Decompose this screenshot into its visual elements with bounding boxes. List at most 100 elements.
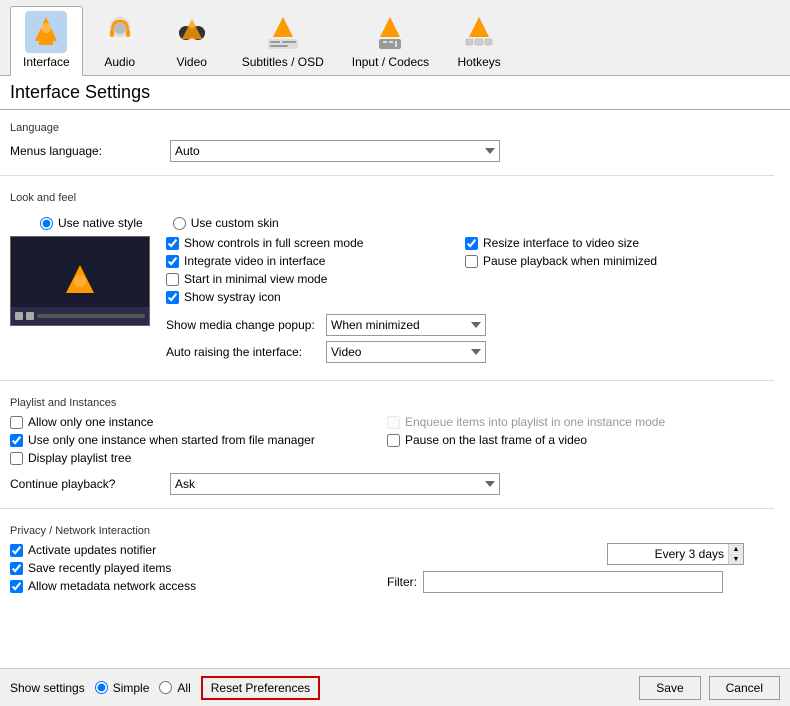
one-instance-check[interactable]: Allow only one instance (10, 415, 367, 429)
minimal-view-input[interactable] (166, 273, 179, 286)
file-manager-check[interactable]: Use only one instance when started from … (10, 433, 367, 447)
fullscreen-controls-input[interactable] (166, 237, 179, 250)
updates-spinbox-input[interactable] (608, 547, 728, 561)
preview-stop-btn (26, 312, 34, 320)
media-change-row: Show media change popup: Never When mini… (166, 314, 744, 336)
look-feel-title: Look and feel (10, 192, 744, 204)
updates-input[interactable] (10, 544, 23, 557)
systray-label: Show systray icon (184, 290, 281, 304)
one-instance-input[interactable] (10, 416, 23, 429)
integrate-video-check[interactable]: Integrate video in interface (166, 254, 445, 268)
filter-label: Filter: (387, 575, 417, 589)
pause-minimized-check[interactable]: Pause playback when minimized (465, 254, 744, 268)
privacy-controls-right: ▲ ▼ Filter: (387, 543, 744, 593)
look-feel-main-row: Show controls in full screen mode Integr… (10, 236, 744, 368)
pause-last-frame-input[interactable] (387, 434, 400, 447)
all-radio[interactable]: All (159, 681, 190, 695)
enqueue-check[interactable]: Enqueue items into playlist in one insta… (387, 415, 744, 429)
toolbar-label-video: Video (176, 55, 206, 69)
metadata-check[interactable]: Allow metadata network access (10, 579, 367, 593)
divider-2 (0, 380, 774, 381)
playlist-checks-left: Allow only one instance Use only one ins… (10, 415, 367, 469)
playlist-tree-label: Display playlist tree (28, 451, 131, 465)
recently-played-check[interactable]: Save recently played items (10, 561, 367, 575)
spinbox-up-btn[interactable]: ▲ (729, 544, 743, 554)
custom-skin-label: Use custom skin (191, 216, 279, 230)
menus-language-select[interactable]: Auto English French German Spanish (170, 140, 500, 162)
updates-spinbox[interactable]: ▲ ▼ (607, 543, 744, 565)
native-style-label: Use native style (58, 216, 143, 230)
systray-check[interactable]: Show systray icon (166, 290, 445, 304)
continue-playback-row: Continue playback? Ask Always Never (10, 473, 744, 495)
checkboxes-left: Show controls in full screen mode Integr… (166, 236, 445, 308)
media-change-select[interactable]: Never When minimized Always (326, 314, 486, 336)
resize-interface-check[interactable]: Resize interface to video size (465, 236, 744, 250)
toolbar-item-subtitles[interactable]: Subtitles / OSD (229, 6, 337, 75)
all-radio-label: All (177, 681, 190, 695)
fullscreen-controls-check[interactable]: Show controls in full screen mode (166, 236, 445, 250)
continue-playback-label: Continue playback? (10, 477, 170, 491)
toolbar-item-input[interactable]: Input / Codecs (339, 6, 442, 75)
language-section: Language Menus language: Auto English Fr… (0, 110, 774, 171)
video-icon (171, 11, 213, 53)
filter-row: Filter: (387, 571, 744, 593)
vlc-preview-icon (60, 261, 100, 301)
toolbar-item-video[interactable]: Video (157, 6, 227, 75)
divider-1 (0, 175, 774, 176)
input-icon (369, 11, 411, 53)
privacy-two-col: Activate updates notifier Save recently … (10, 543, 744, 597)
interface-preview (10, 236, 150, 326)
show-settings-label: Show settings (10, 681, 85, 695)
updates-check[interactable]: Activate updates notifier (10, 543, 367, 557)
toolbar-item-interface[interactable]: Interface (10, 6, 83, 76)
continue-playback-select[interactable]: Ask Always Never (170, 473, 500, 495)
enqueue-input[interactable] (387, 416, 400, 429)
pause-last-frame-check[interactable]: Pause on the last frame of a video (387, 433, 744, 447)
spinbox-arrows: ▲ ▼ (728, 544, 743, 564)
native-style-radio[interactable]: Use native style (40, 216, 143, 230)
recently-played-input[interactable] (10, 562, 23, 575)
toolbar-label-input: Input / Codecs (352, 55, 429, 69)
auto-raising-label: Auto raising the interface: (166, 345, 326, 359)
playlist-tree-input[interactable] (10, 452, 23, 465)
updates-label: Activate updates notifier (28, 543, 156, 557)
look-feel-section: Look and feel Use native style Use custo… (0, 180, 774, 376)
simple-radio-input[interactable] (95, 681, 108, 694)
native-style-input[interactable] (40, 217, 53, 230)
toolbar-label-audio: Audio (104, 55, 135, 69)
simple-radio[interactable]: Simple (95, 681, 150, 695)
custom-skin-input[interactable] (173, 217, 186, 230)
auto-raising-select[interactable]: Never Video Always (326, 341, 486, 363)
metadata-label: Allow metadata network access (28, 579, 196, 593)
integrate-video-label: Integrate video in interface (184, 254, 325, 268)
privacy-section-title: Privacy / Network Interaction (10, 525, 744, 537)
custom-skin-radio[interactable]: Use custom skin (173, 216, 279, 230)
minimal-view-check[interactable]: Start in minimal view mode (166, 272, 445, 286)
menus-language-row: Menus language: Auto English French Germ… (10, 140, 744, 162)
subtitles-icon (262, 11, 304, 53)
spinbox-down-btn[interactable]: ▼ (729, 554, 743, 564)
divider-3 (0, 508, 774, 509)
enqueue-label: Enqueue items into playlist in one insta… (405, 415, 665, 429)
toolbar-item-hotkeys[interactable]: Hotkeys (444, 6, 514, 75)
updates-frequency-row: ▲ ▼ (387, 543, 744, 565)
resize-interface-label: Resize interface to video size (483, 236, 639, 250)
systray-input[interactable] (166, 291, 179, 304)
integrate-video-input[interactable] (166, 255, 179, 268)
file-manager-input[interactable] (10, 434, 23, 447)
resize-interface-input[interactable] (465, 237, 478, 250)
pause-minimized-input[interactable] (465, 255, 478, 268)
fullscreen-controls-label: Show controls in full screen mode (184, 236, 363, 250)
minimal-view-label: Start in minimal view mode (184, 272, 327, 286)
preview-progress-bar (37, 314, 145, 318)
filter-input[interactable] (423, 571, 723, 593)
toolbar-item-audio[interactable]: Audio (85, 6, 155, 75)
all-radio-input[interactable] (159, 681, 172, 694)
pause-last-frame-label: Pause on the last frame of a video (405, 433, 587, 447)
toolbar-label-subtitles: Subtitles / OSD (242, 55, 324, 69)
metadata-input[interactable] (10, 580, 23, 593)
playlist-tree-check[interactable]: Display playlist tree (10, 451, 367, 465)
hotkeys-icon (458, 11, 500, 53)
privacy-section: Privacy / Network Interaction Activate u… (0, 513, 774, 601)
media-change-label: Show media change popup: (166, 318, 326, 332)
